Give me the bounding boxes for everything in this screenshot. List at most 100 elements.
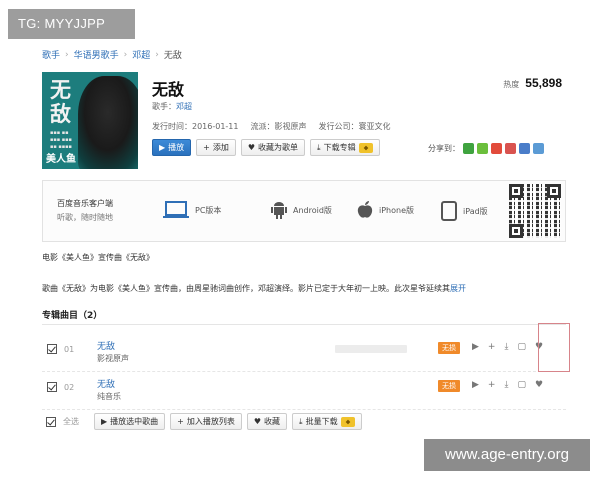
lossless-badge: 无损 (438, 342, 460, 354)
add-to-list-button[interactable]: + 加入播放列表 (170, 413, 242, 430)
client-download-banner: 百度音乐客户端 听歌，随时随地 PC版本 Android版 iPhone版 iP… (42, 180, 566, 242)
apple-icon (357, 201, 373, 218)
popularity: 热度 55,898 (503, 76, 562, 90)
share-more-icon[interactable] (533, 143, 544, 154)
download-album-button[interactable]: ⤓ 下载专辑 (310, 139, 380, 156)
album-cover[interactable]: 无 敌 ▪▪▪ ▪▪ ▪▪▪ ▪▪▪ ▪▪ ▪▪▪▪ 美人鱼 (42, 72, 138, 169)
add-button[interactable]: + 添加 (196, 139, 236, 156)
play-icon: ▶ (159, 143, 166, 152)
track-ops: ▶ + ⤓ ▢ ♥ (472, 342, 543, 352)
genre: 流派：影视原声 (250, 122, 307, 131)
popularity-label: 热度 (503, 80, 520, 89)
album-meta: 发行时间：2016-01-11 流派：影视原声 发行公司：寰亚文化 (152, 121, 391, 132)
singer-link[interactable]: 邓超 (176, 102, 192, 111)
play-button[interactable]: ▶ 播放 (152, 139, 192, 156)
tracks-title: 专辑曲目 (42, 311, 79, 321)
share-qzone-icon[interactable] (477, 143, 488, 154)
favorite-label: 收藏为歌单 (258, 143, 299, 152)
plus-icon: + (177, 417, 184, 426)
play-icon[interactable]: ▶ (472, 380, 479, 390)
platform-ipad-label: iPad版 (463, 206, 488, 216)
favorite-btn-label: 收藏 (264, 417, 281, 426)
platform-android-label: Android版 (293, 205, 332, 215)
batch-download-label: 批量下载 (305, 417, 338, 426)
watermark-top-left: TG: MYYJJPP (8, 9, 135, 39)
play-selected-button[interactable]: ▶ 播放选中歌曲 (94, 413, 166, 430)
tracks-section-title: 专辑曲目（2） (42, 308, 102, 321)
track-name[interactable]: 无敌 (97, 339, 115, 352)
download-icon: ⤓ (299, 416, 303, 426)
track-subtitle: 影视原声 (97, 354, 129, 363)
heart-icon: ♥ (253, 417, 262, 426)
add-to-list-label: 加入播放列表 (186, 417, 235, 426)
download-icon: ⤓ (317, 142, 321, 152)
square-icon[interactable]: ▢ (517, 380, 526, 390)
platform-ipad[interactable]: iPad版 (441, 201, 488, 221)
qr-code (509, 184, 561, 238)
cover-title: 无 敌 (50, 77, 71, 126)
release-date: 发行时间：2016-01-11 (152, 122, 239, 131)
square-icon[interactable]: ▢ (517, 342, 526, 352)
heart-icon: ♥ (247, 143, 256, 152)
qr-corner (547, 184, 561, 198)
client-title: 百度音乐客户端 (57, 199, 113, 208)
divider (42, 324, 566, 325)
play-label: 播放 (168, 143, 185, 152)
client-text: 百度音乐客户端 听歌，随时随地 (57, 197, 113, 225)
vip-icon (340, 416, 355, 427)
favorite-button[interactable]: ♥ 收藏 (246, 413, 288, 430)
track-checkbox[interactable] (47, 344, 57, 354)
breadcrumb-male-singers[interactable]: 华语男歌手 (74, 48, 119, 61)
breadcrumb-artist[interactable]: 邓超 (132, 48, 150, 61)
platform-pc[interactable]: PC版本 (163, 201, 221, 219)
share-bar: 分享到： (428, 143, 544, 154)
track-number: 01 (64, 345, 75, 354)
platform-iphone[interactable]: iPhone版 (357, 201, 414, 219)
share-renren-icon[interactable] (505, 143, 516, 154)
play-selected-label: 播放选中歌曲 (110, 417, 159, 426)
breadcrumb: 歌手 › 华语男歌手 › 邓超 › 无敌 (42, 48, 182, 62)
android-icon (271, 202, 287, 219)
plus-icon[interactable]: + (488, 380, 496, 390)
play-icon[interactable]: ▶ (472, 342, 479, 352)
download-icon[interactable]: ⤓ (504, 380, 508, 390)
breadcrumb-singers[interactable]: 歌手 (42, 48, 60, 61)
cover-portrait (78, 76, 138, 169)
select-all-label: 全选 (63, 417, 79, 426)
track-row: 02 无敌 纯音乐 无损 ▶ + ⤓ ▢ ♥ (42, 374, 566, 410)
platform-pc-label: PC版本 (195, 205, 222, 215)
track-ops: ▶ + ⤓ ▢ ♥ (472, 380, 543, 390)
track-checkbox[interactable] (47, 382, 57, 392)
popularity-value: 55,898 (525, 76, 562, 90)
album-actions: ▶ 播放 + 添加 ♥ 收藏为歌单 ⤓ 下载专辑 (152, 139, 380, 156)
intro-headline: 电影《美人鱼》宣传曲《无敌》 (42, 253, 154, 262)
favorite-playlist-button[interactable]: ♥ 收藏为歌单 (240, 139, 306, 156)
track-name[interactable]: 无敌 (97, 377, 115, 390)
share-weibo-icon[interactable] (491, 143, 502, 154)
platform-android[interactable]: Android版 (271, 201, 332, 219)
download-icon[interactable]: ⤓ (504, 342, 508, 352)
qr-corner (509, 224, 523, 238)
share-label: 分享到： (428, 144, 460, 153)
play-icon: ▶ (101, 417, 108, 426)
share-qq-icon[interactable] (519, 143, 530, 154)
add-label: 添加 (212, 143, 229, 152)
track-row: 01 无敌 影视原声 无损 ▶ + ⤓ ▢ ♥ (42, 336, 566, 372)
company: 发行公司：寰亚文化 (318, 122, 391, 131)
chevron-right-icon: › (155, 49, 159, 60)
chevron-right-icon: › (123, 49, 128, 60)
share-wechat-icon[interactable] (463, 143, 474, 154)
expand-link[interactable]: 展开 (450, 284, 466, 293)
batch-download-button[interactable]: ⤓ 批量下载 (292, 413, 362, 430)
heart-icon[interactable]: ♥ (535, 380, 543, 390)
singer-line: 歌手：邓超 (152, 101, 192, 112)
singer-label: 歌手： (152, 102, 176, 111)
track-info-bar (335, 345, 407, 353)
platform-iphone-label: iPhone版 (379, 205, 415, 215)
select-all-checkbox[interactable] (46, 416, 56, 427)
lossless-badge: 无损 (438, 380, 460, 392)
plus-icon[interactable]: + (488, 342, 496, 352)
laptop-icon (163, 201, 189, 218)
download-label: 下载专辑 (323, 143, 356, 152)
plus-icon: + (203, 143, 210, 152)
